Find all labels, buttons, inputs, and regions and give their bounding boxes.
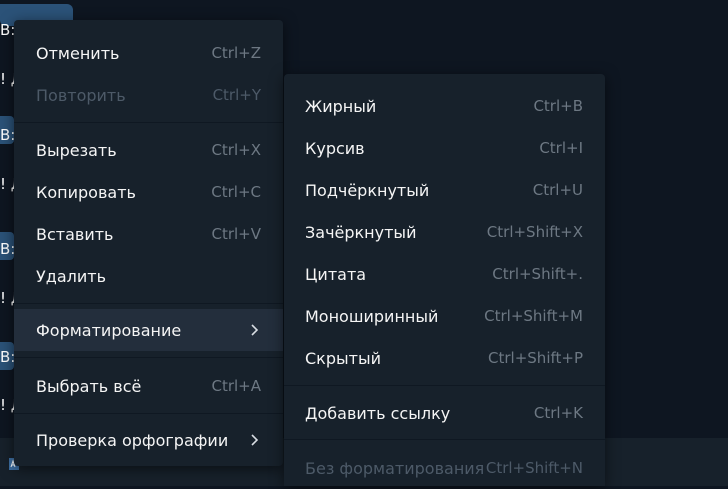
menu-item-label: Жирный [305, 96, 377, 116]
menu-item-label: Цитата [305, 264, 367, 284]
menu-separator [284, 439, 605, 440]
menu-item-shortcut: Ctrl+V [211, 225, 261, 243]
menu-item-bold[interactable]: Жирный Ctrl+B [284, 85, 605, 127]
menu-item-underline[interactable]: Подчёркнутый Ctrl+U [284, 169, 605, 211]
menu-item-spellcheck[interactable]: Проверка орфографии [14, 419, 283, 461]
menu-item-label: Курсив [305, 138, 365, 158]
menu-item-shortcut: Ctrl+Shift+X [486, 223, 583, 241]
message-fragment: В: [0, 348, 14, 366]
menu-item-label: Добавить ссылку [305, 403, 451, 423]
menu-separator [14, 122, 283, 123]
menu-item-label: Удалить [36, 266, 106, 286]
message-fragment: ! Д [0, 289, 14, 307]
menu-item-label: Повторить [36, 85, 126, 105]
menu-item-label: Форматирование [36, 320, 182, 340]
menu-item-redo[interactable]: Повторить Ctrl+Y [14, 74, 283, 116]
menu-item-label: Моноширинный [305, 306, 439, 326]
message-fragment: ! Д [0, 70, 14, 88]
menu-item-label: Вырезать [36, 140, 117, 160]
message-fragment: В: [0, 240, 14, 258]
menu-item-formatting[interactable]: Форматирование [14, 309, 283, 351]
chevron-right-icon [251, 434, 259, 446]
message-fragment: ! Д [0, 396, 14, 414]
menu-item-shortcut: Ctrl+Z [211, 44, 261, 62]
menu-item-strikethrough[interactable]: Зачёркнутый Ctrl+Shift+X [284, 211, 605, 253]
message-fragment: В: [0, 126, 14, 144]
chevron-right-icon [251, 324, 259, 336]
menu-separator [284, 385, 605, 386]
message-fragment: В: [0, 21, 14, 39]
menu-item-label: Скрытый [305, 348, 381, 368]
menu-item-add-link[interactable]: Добавить ссылку Ctrl+K [284, 392, 605, 434]
menu-item-quote[interactable]: Цитата Ctrl+Shift+. [284, 253, 605, 295]
menu-item-cut[interactable]: Вырезать Ctrl+X [14, 129, 283, 171]
menu-item-shortcut: Ctrl+Y [212, 86, 261, 104]
menu-item-spoiler[interactable]: Скрытый Ctrl+Shift+P [284, 337, 605, 379]
menu-item-shortcut: Ctrl+B [533, 97, 583, 115]
menu-separator [14, 303, 283, 304]
menu-item-select-all[interactable]: Выбрать всё Ctrl+A [14, 365, 283, 407]
menu-item-shortcut: Ctrl+Shift+P [488, 349, 583, 367]
menu-item-delete[interactable]: Удалить [14, 255, 283, 297]
menu-item-paste[interactable]: Вставить Ctrl+V [14, 213, 283, 255]
menu-item-label: Вставить [36, 224, 114, 244]
menu-separator [14, 357, 283, 358]
menu-item-label: Проверка орфографии [36, 430, 229, 450]
menu-item-shortcut: Ctrl+A [211, 377, 261, 395]
menu-item-label: Копировать [36, 182, 136, 202]
menu-item-monospace[interactable]: Моноширинный Ctrl+Shift+M [284, 295, 605, 337]
menu-item-label: Без форматирования [305, 458, 485, 478]
menu-item-copy[interactable]: Копировать Ctrl+C [14, 171, 283, 213]
menu-item-label: Отменить [36, 43, 120, 63]
menu-item-italic[interactable]: Курсив Ctrl+I [284, 127, 605, 169]
menu-item-shortcut: Ctrl+I [539, 139, 583, 157]
menu-item-shortcut: Ctrl+X [211, 141, 261, 159]
menu-item-label: Подчёркнутый [305, 180, 430, 200]
menu-item-shortcut: Ctrl+Shift+. [492, 265, 583, 283]
menu-item-label: Зачёркнутый [305, 222, 417, 242]
message-fragment: ! Д [0, 175, 14, 193]
menu-item-shortcut: Ctrl+U [532, 181, 583, 199]
menu-item-clear-formatting[interactable]: Без форматирования Ctrl+Shift+N [284, 447, 605, 489]
menu-item-shortcut: Ctrl+Shift+N [485, 459, 583, 477]
formatting-submenu: Жирный Ctrl+B Курсив Ctrl+I Подчёркнутый… [284, 74, 605, 486]
context-menu: Отменить Ctrl+Z Повторить Ctrl+Y Вырезат… [14, 20, 283, 466]
menu-item-shortcut: Ctrl+Shift+M [484, 307, 583, 325]
menu-item-label: Выбрать всё [36, 376, 142, 396]
menu-item-shortcut: Ctrl+C [211, 183, 261, 201]
menu-separator [14, 413, 283, 414]
menu-item-undo[interactable]: Отменить Ctrl+Z [14, 32, 283, 74]
chat-background: В: ! Д В: ! Д В: ! Д В: ! Д [0, 0, 73, 486]
menu-item-shortcut: Ctrl+K [533, 404, 583, 422]
